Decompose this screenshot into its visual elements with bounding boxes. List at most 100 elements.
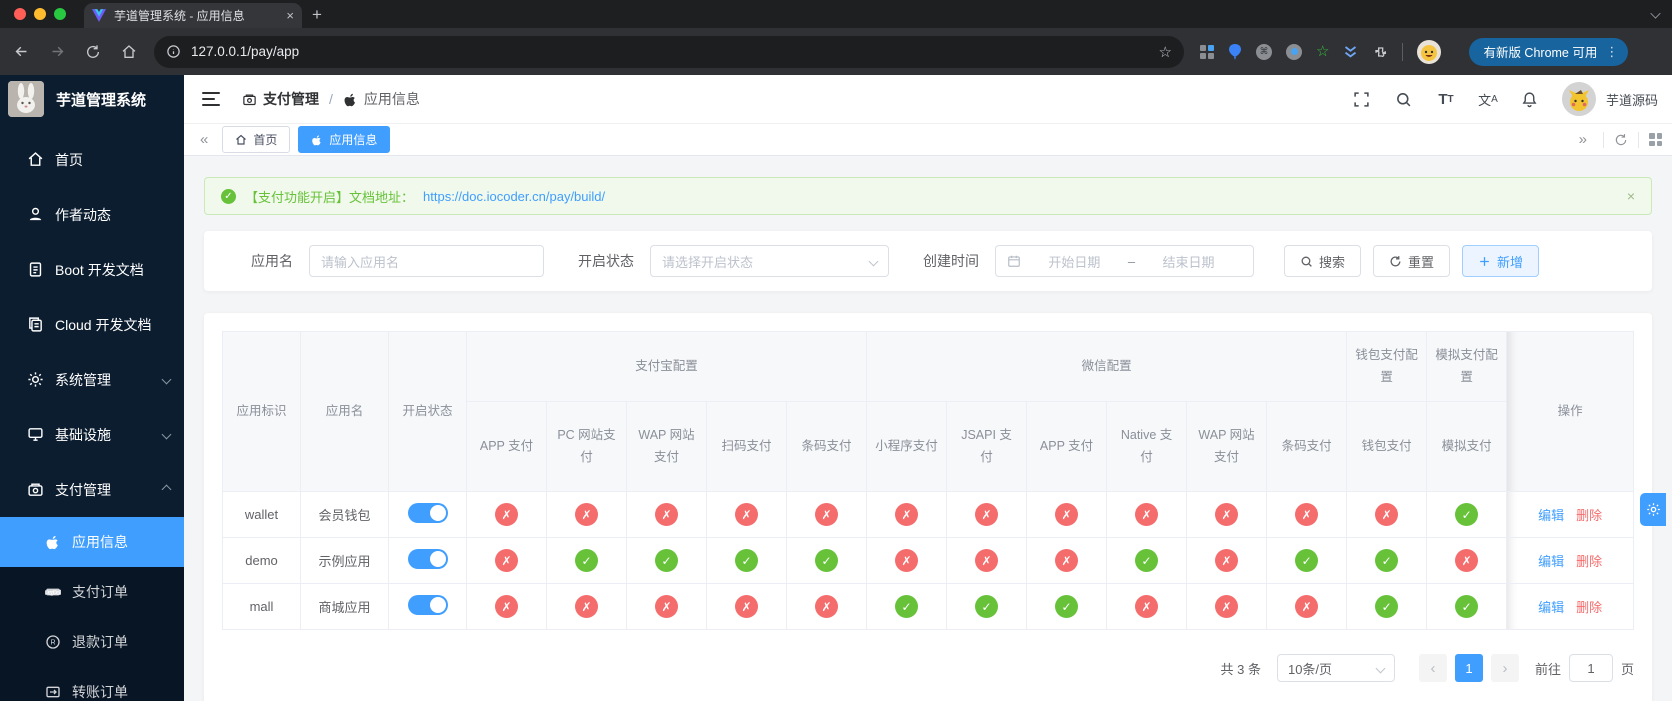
app-name-input[interactable]: 请输入应用名: [309, 245, 544, 277]
breadcrumb-separator: /: [329, 91, 333, 107]
tabs-options-icon[interactable]: [1649, 133, 1662, 146]
search-button[interactable]: 搜索: [1284, 245, 1362, 277]
username[interactable]: 芋道源码: [1606, 90, 1658, 109]
app-logo-row[interactable]: 芋道管理系统: [0, 75, 184, 123]
profile-avatar[interactable]: [1417, 39, 1442, 64]
window-minimize-button[interactable]: [34, 8, 46, 20]
enabled-icon: ✓: [815, 549, 839, 572]
goto-page-input[interactable]: 1: [1568, 654, 1613, 682]
user-avatar[interactable]: [1561, 82, 1596, 116]
tabs-refresh-icon[interactable]: [1614, 133, 1628, 147]
date-range-input[interactable]: 开始日期 – 结束日期: [995, 245, 1254, 277]
disabled-icon: ✗: [1135, 503, 1159, 526]
edit-link[interactable]: 编辑: [1538, 600, 1564, 615]
extension-icon-chevrons[interactable]: [1343, 45, 1358, 59]
tabs-scroll-left-icon[interactable]: «: [194, 131, 214, 148]
tab-search-icon[interactable]: [1650, 8, 1661, 19]
extension-icon-balloon[interactable]: [1228, 43, 1242, 60]
cell-channel: ✗: [946, 491, 1028, 538]
reset-button[interactable]: 重置: [1373, 245, 1451, 277]
window-close-button[interactable]: [14, 8, 26, 20]
sidebar-subitem-transfer[interactable]: 转账订单: [0, 667, 184, 701]
cell-channel: ✗: [1106, 491, 1188, 538]
next-page-button[interactable]: ›: [1490, 654, 1519, 682]
page-tab-app-info[interactable]: 应用信息: [298, 126, 391, 153]
font-size-icon[interactable]: TT: [1436, 89, 1456, 109]
transfer-icon: [45, 684, 61, 700]
current-page-button[interactable]: 1: [1454, 654, 1483, 682]
delete-link[interactable]: 删除: [1576, 508, 1602, 523]
add-button[interactable]: 新增: [1462, 245, 1540, 277]
chrome-update-chip[interactable]: 有新版 Chrome 可用 ⋮: [1469, 37, 1629, 66]
money-icon: [242, 92, 257, 107]
delete-link[interactable]: 删除: [1576, 600, 1602, 615]
new-tab-button[interactable]: +: [312, 4, 322, 26]
doc-link[interactable]: https://doc.iocoder.cn/pay/build/: [423, 189, 605, 204]
status-select[interactable]: 请选择开启状态: [650, 245, 889, 277]
status-toggle[interactable]: [407, 503, 448, 523]
sidebar-item-doc[interactable]: Boot 开发文档: [0, 242, 184, 297]
delete-link[interactable]: 删除: [1576, 554, 1602, 569]
doc-icon: [27, 261, 44, 278]
back-icon[interactable]: [6, 37, 36, 67]
browser-tab[interactable]: 芋道管理系统 - 应用信息 ×: [84, 3, 302, 28]
edit-link[interactable]: 编辑: [1538, 508, 1564, 523]
sidebar-item-doc-copy[interactable]: Cloud 开发文档: [0, 297, 184, 352]
sidebar-subitem-registered[interactable]: R 退款订单: [0, 617, 184, 667]
sidebar-subitem-paypal[interactable]: PayPal 支付订单: [0, 567, 184, 617]
sidebar-item-gear[interactable]: 系统管理: [0, 352, 184, 407]
extension-icon-command[interactable]: ⌘: [1256, 43, 1272, 60]
settings-float-button[interactable]: [1640, 493, 1666, 526]
sidebar-item-home[interactable]: 首页: [0, 132, 184, 187]
enabled-icon: ✓: [1055, 595, 1079, 618]
sidebar-item-user[interactable]: 作者动态: [0, 187, 184, 242]
status-toggle[interactable]: [407, 549, 448, 569]
forward-icon[interactable]: [42, 37, 72, 67]
tabs-scroll-right-icon[interactable]: »: [1573, 131, 1593, 148]
main-header: 支付管理 / 应用信息 TT 文A 芋道源码: [184, 75, 1672, 123]
url-bar[interactable]: 127.0.0.1/pay/app ☆: [154, 35, 1184, 68]
extension-icon-dot[interactable]: [1286, 43, 1302, 60]
sidebar-item-label: Boot 开发文档: [55, 261, 144, 278]
alert-close-icon[interactable]: ×: [1627, 188, 1635, 204]
cell-channel: ✓: [1346, 583, 1428, 630]
extension-icon-star[interactable]: ☆: [1316, 44, 1329, 59]
sidebar-subitem-label: 退款订单: [72, 634, 128, 650]
column-header: 应用名: [300, 331, 389, 492]
cell-actions: 编辑 删除: [1506, 583, 1635, 630]
breadcrumb-item[interactable]: 支付管理: [242, 89, 319, 109]
extension-icon-grid[interactable]: [1200, 44, 1214, 59]
status-toggle[interactable]: [407, 595, 448, 615]
search-icon[interactable]: [1394, 89, 1414, 109]
disabled-icon: ✗: [495, 595, 518, 618]
success-icon: ✓: [221, 188, 236, 204]
reload-icon[interactable]: [78, 37, 108, 67]
notification-bell-icon[interactable]: [1520, 89, 1540, 109]
home-icon[interactable]: [114, 37, 144, 67]
page-tab-home[interactable]: 首页: [222, 126, 291, 153]
cell-app-id: wallet: [222, 491, 301, 538]
enabled-icon: ✓: [1375, 595, 1399, 618]
table-row: demo 示例应用 ✗ ✓ ✓ ✓ ✓ ✗ ✗ ✗ ✓ ✗ ✓ ✓ ✗ 编辑 删除: [222, 537, 1635, 584]
sidebar-subitem-apple[interactable]: 应用信息: [0, 517, 184, 567]
url-text[interactable]: 127.0.0.1/pay/app: [191, 44, 1149, 59]
extensions-puzzle-icon[interactable]: [1372, 44, 1388, 60]
table-row: mall 商城应用 ✗ ✗ ✗ ✗ ✗ ✓ ✓ ✓ ✗ ✗ ✗ ✓ ✓ 编辑 删除: [222, 583, 1635, 630]
app-name-label: 应用名: [251, 253, 293, 269]
sidebar-item-money[interactable]: 支付管理: [0, 462, 184, 517]
tab-close-icon[interactable]: ×: [286, 8, 294, 23]
app-title: 芋道管理系统: [56, 91, 147, 109]
site-info-icon[interactable]: [166, 44, 181, 59]
enabled-icon: ✓: [1455, 595, 1479, 618]
cell-channel: ✗: [466, 583, 547, 630]
edit-link[interactable]: 编辑: [1538, 554, 1564, 569]
sidebar-item-monitor[interactable]: 基础设施: [0, 407, 184, 462]
fullscreen-icon[interactable]: [1352, 89, 1372, 109]
bookmark-star-icon[interactable]: ☆: [1159, 43, 1172, 61]
window-zoom-button[interactable]: [54, 8, 66, 20]
browser-menu-icon[interactable]: ⋮: [1605, 45, 1618, 58]
page-size-select[interactable]: 10条/页: [1276, 654, 1395, 682]
prev-page-button[interactable]: ‹: [1418, 654, 1447, 682]
translate-icon[interactable]: 文A: [1478, 89, 1498, 109]
collapse-menu-icon[interactable]: [202, 92, 220, 106]
